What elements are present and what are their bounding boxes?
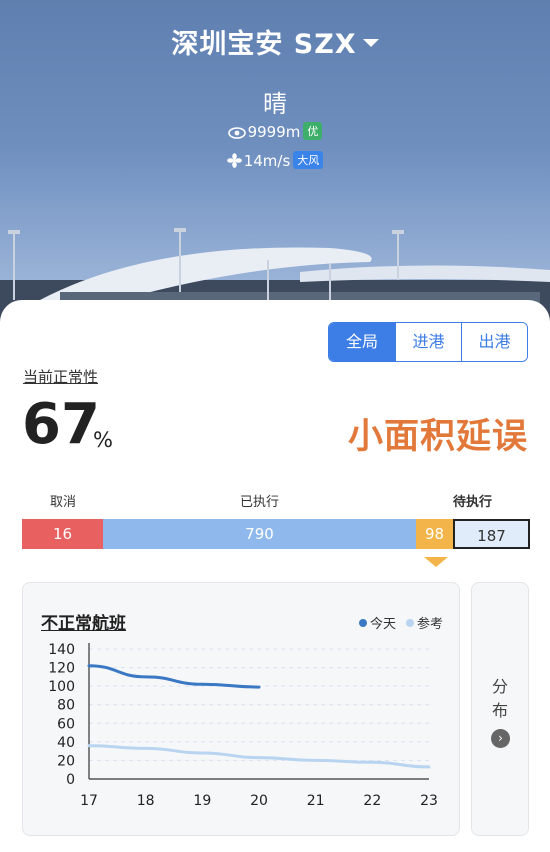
visibility-value: 9999m — [247, 123, 301, 141]
delay-status: 小面积延误 — [347, 417, 528, 457]
caret-down-icon[interactable] — [362, 38, 379, 47]
series-line-today — [87, 664, 261, 689]
wind-value: 14m/s — [243, 152, 291, 170]
distribution-label: 分 布 — [472, 675, 528, 723]
airport-selector[interactable]: 深圳宝安 SZX — [0, 22, 550, 61]
waiting-highlight-segment[interactable]: 98 — [416, 519, 453, 549]
normality-value: 67 — [22, 392, 100, 457]
y-tick-label: 140 — [48, 642, 75, 658]
tab-arrive[interactable]: 进港 — [395, 323, 461, 361]
y-tick-label: 40 — [57, 735, 75, 751]
normality-label[interactable]: 当前正常性 — [23, 366, 98, 387]
weather-text: 晴 — [263, 90, 287, 118]
y-tick-label: 80 — [57, 698, 75, 714]
series-line-ref — [87, 744, 431, 769]
visibility-grade-badge: 优 — [303, 122, 323, 140]
chevron-right-icon: › — [491, 729, 510, 748]
airport-name[interactable]: 深圳宝安 SZX — [171, 29, 356, 60]
distribution-label-1: 分 — [491, 677, 508, 696]
cancel-label: 取消 — [50, 495, 77, 510]
pointer-triangle-icon — [424, 557, 448, 567]
cancelled-segment[interactable]: 16 — [22, 519, 103, 549]
y-tick-label: 0 — [66, 772, 75, 788]
fan-icon — [226, 153, 242, 168]
y-tick-label: 120 — [48, 661, 75, 677]
tab-all[interactable]: 全局 — [329, 323, 395, 361]
status-card: 全局 进港 出港 当前正常性 67 % 小面积延误 取消 已执行 待执行 16 … — [0, 300, 550, 852]
distribution-label-2: 布 — [491, 701, 508, 720]
tab-depart[interactable]: 出港 — [461, 323, 527, 361]
x-tick-label: 23 — [420, 793, 438, 809]
x-tick-label: 18 — [137, 793, 155, 809]
eye-icon — [227, 127, 246, 139]
executed-segment[interactable]: 790 — [103, 519, 416, 549]
x-tick-label: 17 — [80, 793, 98, 809]
distribution-button[interactable]: 分 布 › — [471, 582, 529, 836]
y-tick-label: 60 — [57, 716, 75, 732]
y-tick-label: 20 — [57, 753, 75, 769]
wind-row: 14m/s 大风 — [0, 151, 550, 170]
y-tick-label: 100 — [48, 679, 75, 695]
scope-tabs: 全局 进港 出港 — [328, 322, 528, 362]
x-tick-label: 20 — [250, 793, 268, 809]
flight-progress-bar: 16 790 98 187 — [22, 519, 530, 549]
abnormal-flights-panel: 不正常航班 今天 参考 0 20 40 60 80 100 120 140 17 18 19 20 21… — [22, 582, 460, 836]
waiting-label: 待执行 — [453, 495, 493, 510]
executed-label: 已执行 — [240, 495, 280, 510]
normality-unit: % — [93, 428, 113, 452]
hero-header: 深圳宝安 SZX 晴 9999m 优 14m/s 大风 — [0, 0, 550, 330]
x-tick-label: 22 — [363, 793, 381, 809]
wind-grade-badge: 大风 — [293, 151, 324, 169]
abnormal-flights-chart: 0 20 40 60 80 100 120 140 17 18 19 20 21 22 23 — [48, 642, 438, 809]
x-tick-label: 21 — [307, 793, 325, 809]
visibility-row: 9999m 优 — [0, 122, 550, 141]
x-tick-label: 19 — [193, 793, 211, 809]
waiting-segment[interactable]: 187 — [453, 519, 530, 549]
